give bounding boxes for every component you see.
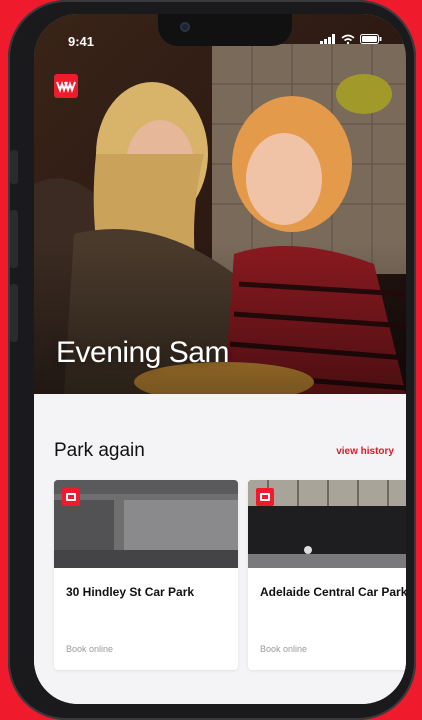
park-again-section: Park again view history 30 Hindley St Ca… — [34, 394, 406, 704]
signal-icon — [320, 34, 335, 44]
mute-switch — [10, 150, 18, 184]
section-title: Park again — [54, 440, 145, 461]
volume-up-button — [10, 210, 18, 268]
front-camera — [180, 22, 190, 32]
view-history-link[interactable]: view history — [336, 446, 394, 457]
wifi-icon — [341, 34, 355, 44]
status-icons — [320, 34, 382, 44]
parking-icon — [62, 488, 80, 506]
car-park-cards: 30 Hindley St Car Park Book online Adela… — [54, 480, 406, 670]
phone-frame: 9:41 Evening Sam Park again view history… — [8, 0, 416, 720]
book-online-label: Book online — [66, 644, 114, 654]
car-park-card[interactable]: Adelaide Central Car Park Book online — [248, 480, 406, 670]
notch — [158, 14, 292, 46]
volume-down-button — [10, 284, 18, 342]
greeting-heading: Evening Sam — [56, 336, 229, 369]
car-park-card[interactable]: 30 Hindley St Car Park Book online — [54, 480, 238, 670]
book-online-label: Book online — [260, 644, 308, 654]
battery-icon — [360, 34, 382, 44]
status-time: 9:41 — [68, 34, 95, 49]
car-park-name: 30 Hindley St Car Park — [66, 585, 195, 599]
car-park-photo — [54, 480, 238, 568]
section-header: Park again view history — [54, 440, 394, 462]
app-screen: 9:41 Evening Sam Park again view history… — [34, 14, 406, 704]
brand-logo-icon — [54, 74, 78, 98]
hero-photo: 9:41 Evening Sam — [34, 14, 406, 394]
car-park-name: Adelaide Central Car Park — [260, 585, 406, 599]
parking-icon — [256, 488, 274, 506]
